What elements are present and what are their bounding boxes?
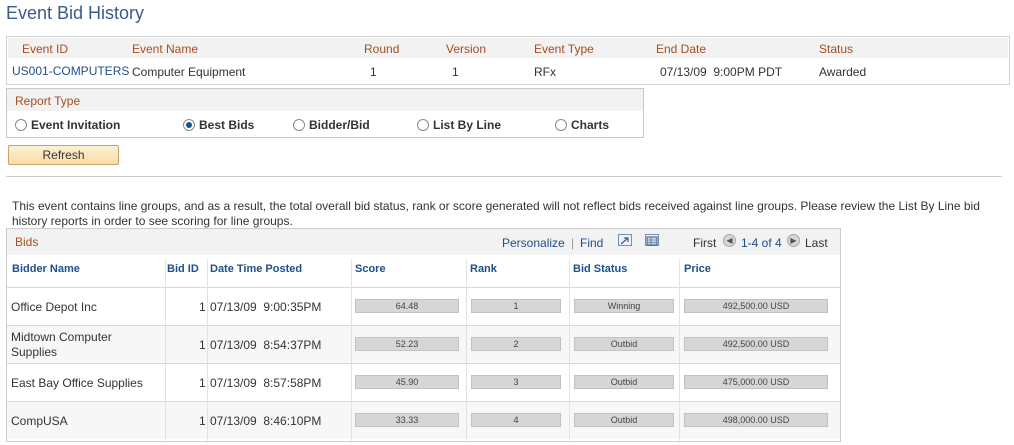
table-row: CompUSA 1 07/13/09 8:46:10PM 33.33 4 Out… <box>7 401 840 439</box>
price-bar: 492,500.00 USD <box>684 299 828 313</box>
bid-status-bar: Winning <box>574 299 674 313</box>
column-divider <box>207 259 208 443</box>
bid-status-bar: Outbid <box>574 375 674 389</box>
row-range: 1-4 of 4 <box>741 236 782 250</box>
column-divider <box>679 259 680 443</box>
previous-icon[interactable]: ◀ <box>723 234 736 247</box>
find-link[interactable]: Find <box>580 236 603 250</box>
table-row: Office Depot Inc 1 07/13/09 9:00:35PM 64… <box>7 287 840 325</box>
date-time-cell: 07/13/09 9:00:35PM <box>210 300 322 314</box>
score-bar: 52.23 <box>355 337 459 351</box>
price-bar: 492,500.00 USD <box>684 337 828 351</box>
table-row: East Bay Office Supplies 1 07/13/09 8:57… <box>7 363 840 401</box>
bid-id-cell: 1 <box>199 338 206 352</box>
bidder-bid-label[interactable]: Bidder/Bid <box>309 118 370 132</box>
rank-bar: 1 <box>471 299 561 313</box>
column-header-row: Bidder Name Bid ID Date Time Posted Scor… <box>7 255 840 288</box>
event-name-header: Event Name <box>132 42 199 56</box>
charts-label[interactable]: Charts <box>571 118 609 132</box>
bidder-name-cell: Midtown Computer Supplies <box>11 330 112 359</box>
bid-id-cell: 1 <box>199 376 206 390</box>
bid-status-column[interactable]: Bid Status <box>573 263 627 275</box>
next-icon[interactable]: ▶ <box>787 234 800 247</box>
list-by-line-label[interactable]: List By Line <box>433 118 501 132</box>
bidder-name-cell: CompUSA <box>11 414 68 428</box>
view-all-icon[interactable] <box>618 234 632 246</box>
event-id-link[interactable]: US001-COMPUTERS <box>12 64 129 78</box>
report-type-title: Report Type <box>15 94 81 108</box>
bid-id-column[interactable]: Bid ID <box>167 263 199 275</box>
event-id-header: Event ID <box>22 42 69 56</box>
column-divider <box>569 259 570 443</box>
list-by-line-radio[interactable] <box>417 119 429 131</box>
bids-grid: Bids Personalize | Find First ◀ 1-4 of 4… <box>6 228 841 443</box>
refresh-button[interactable]: Refresh <box>8 145 119 165</box>
bidder-bid-radio[interactable] <box>293 119 305 131</box>
price-bar: 475,000.00 USD <box>684 375 828 389</box>
column-divider <box>466 259 467 443</box>
line-groups-notice: This event contains line groups, and as … <box>12 199 980 228</box>
score-bar: 45.90 <box>355 375 459 389</box>
rank-bar: 4 <box>471 413 561 427</box>
best-bids-radio[interactable] <box>183 119 195 131</box>
event-type-value: RFx <box>534 65 556 79</box>
round-value: 1 <box>370 65 377 79</box>
bidder-name-column[interactable]: Bidder Name <box>12 263 80 275</box>
status-header: Status <box>819 42 854 56</box>
date-time-cell: 07/13/09 8:54:37PM <box>210 338 322 352</box>
nav-separator: | <box>571 236 575 250</box>
score-column[interactable]: Score <box>355 263 386 275</box>
bid-status-bar: Outbid <box>574 413 674 427</box>
rank-bar: 3 <box>471 375 561 389</box>
round-header: Round <box>364 42 400 56</box>
last-label[interactable]: Last <box>805 236 828 250</box>
bidder-name-cell: East Bay Office Supplies <box>11 376 143 390</box>
event-info-panel: Event ID Event Name Round Version Event … <box>6 36 1010 85</box>
status-value: Awarded <box>819 65 867 79</box>
end-date-header: End Date <box>656 42 707 56</box>
version-value: 1 <box>452 65 459 79</box>
score-bar: 64.48 <box>355 299 459 313</box>
score-bar: 33.33 <box>355 413 459 427</box>
price-column[interactable]: Price <box>684 263 711 275</box>
event-type-header: Event Type <box>534 42 594 56</box>
report-type-group: Report Type Event Invitation Best Bids B… <box>6 88 644 138</box>
event-name-value: Computer Equipment <box>132 65 246 79</box>
column-divider <box>165 259 166 443</box>
date-time-cell: 07/13/09 8:57:58PM <box>210 376 322 390</box>
date-time-column[interactable]: Date Time Posted <box>210 263 302 275</box>
bid-status-bar: Outbid <box>574 337 674 351</box>
page-title: Event Bid History <box>6 3 145 23</box>
column-divider <box>351 259 352 443</box>
personalize-link[interactable]: Personalize <box>502 236 565 250</box>
rank-bar: 2 <box>471 337 561 351</box>
charts-radio[interactable] <box>555 119 567 131</box>
rank-column[interactable]: Rank <box>470 263 497 275</box>
price-bar: 498,000.00 USD <box>684 413 828 427</box>
bid-id-cell: 1 <box>199 414 206 428</box>
date-time-cell: 07/13/09 8:46:10PM <box>210 414 322 428</box>
version-header: Version <box>446 42 487 56</box>
download-icon[interactable] <box>645 234 659 246</box>
table-row: Midtown Computer Supplies 1 07/13/09 8:5… <box>7 325 840 363</box>
first-label[interactable]: First <box>693 236 716 250</box>
bid-id-cell: 1 <box>199 300 206 314</box>
best-bids-label[interactable]: Best Bids <box>199 118 254 132</box>
event-invitation-radio[interactable] <box>15 119 27 131</box>
end-date-value: 07/13/09 9:00PM PDT <box>660 65 783 79</box>
divider <box>6 176 1002 177</box>
report-type-header <box>7 89 643 111</box>
bids-title: Bids <box>15 235 39 249</box>
event-invitation-label[interactable]: Event Invitation <box>31 118 120 132</box>
bidder-name-cell: Office Depot Inc <box>11 300 97 314</box>
